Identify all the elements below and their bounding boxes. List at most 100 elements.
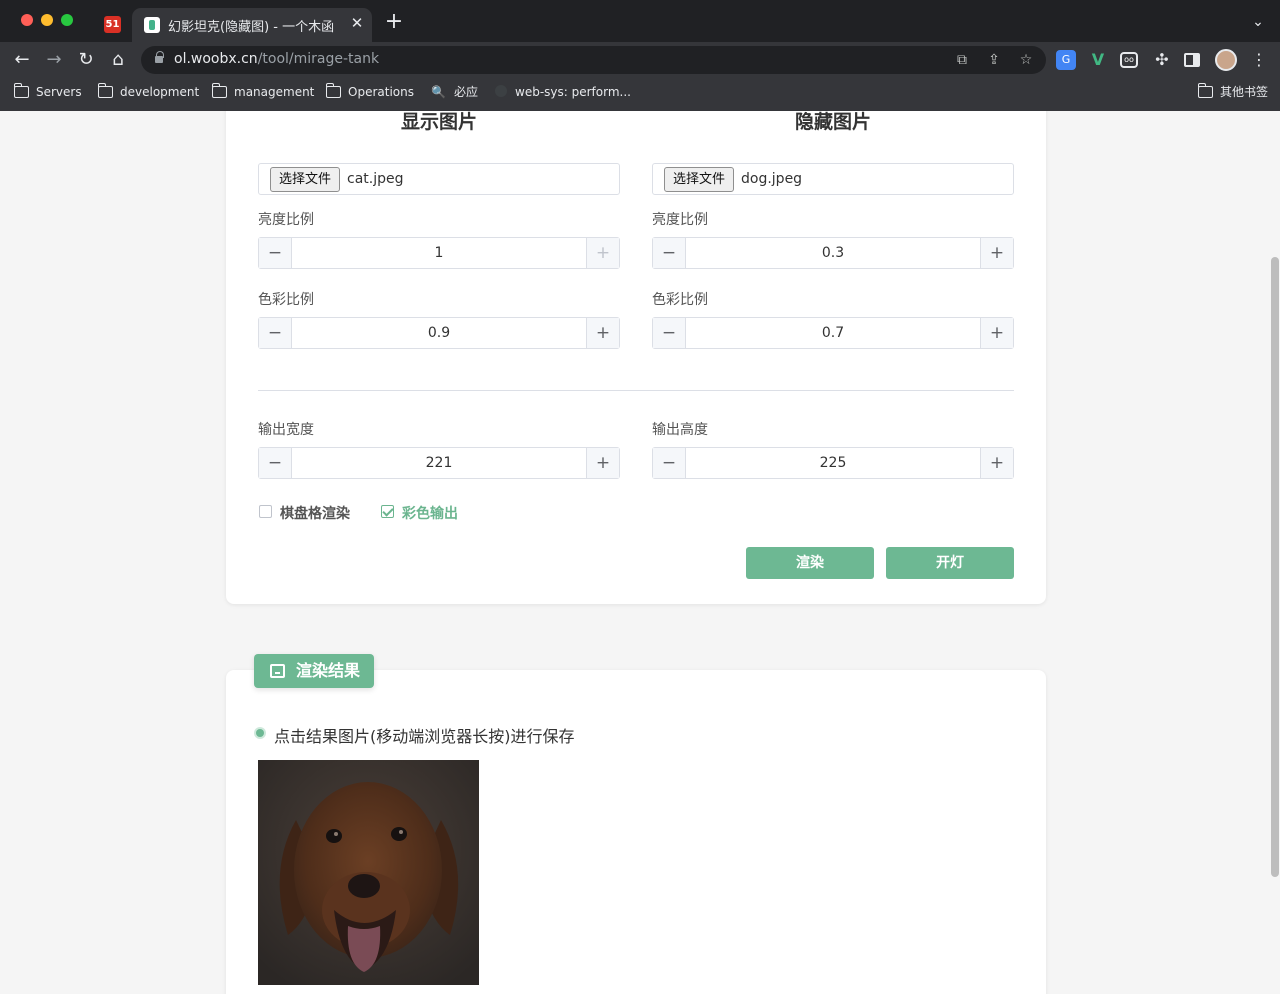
bookmark-bing[interactable]: 🔍 必应 [431, 83, 478, 101]
plus-icon[interactable]: + [586, 238, 619, 268]
minus-icon[interactable]: − [259, 448, 292, 478]
reload-icon[interactable]: ↻ [74, 48, 98, 72]
section-divider [258, 390, 1014, 391]
tab-strip: 51 幻影坦克(隐藏图) - 一个木函 ✕ + ⌄ [0, 0, 1280, 42]
hidden-brightness-stepper[interactable]: − 0.3 + [652, 237, 1014, 269]
bookmarks-bar: Servers development management Operation… [0, 78, 1280, 106]
output-height-value[interactable]: 225 [687, 448, 979, 478]
address-bar[interactable]: ol.woobx.cn/tool/mirage-tank ⧉ ⇪ ☆ [141, 46, 1046, 74]
dog-image-icon [258, 760, 479, 985]
display-brightness-label: 亮度比例 [258, 212, 314, 228]
display-image-title: 显示图片 [400, 111, 477, 133]
output-width-stepper[interactable]: − 221 + [258, 447, 620, 479]
output-width-label: 输出宽度 [258, 422, 314, 438]
browser-toolbar: ← → ↻ ⌂ ol.woobx.cn/tool/mirage-tank ⧉ ⇪… [0, 42, 1280, 78]
folder-icon [13, 83, 29, 98]
extensions-puzzle-icon[interactable]: ✣ [1152, 50, 1172, 70]
checkerboard-label[interactable]: 棋盘格渲染 [280, 503, 350, 523]
display-color-value[interactable]: 0.9 [293, 318, 585, 348]
plus-icon[interactable]: + [980, 448, 1013, 478]
browser-chrome: 51 幻影坦克(隐藏图) - 一个木函 ✕ + ⌄ ← → ↻ ⌂ ol.woo… [0, 0, 1280, 111]
pinned-tab[interactable]: 51 [104, 16, 121, 33]
hidden-brightness-value[interactable]: 0.3 [687, 238, 979, 268]
vue-devtools-icon[interactable]: V [1088, 50, 1108, 70]
settings-card: 显示图片 隐藏图片 选择文件 cat.jpeg 选择文件 dog.jpeg 亮度… [226, 111, 1046, 604]
bullet-dot [256, 729, 264, 737]
folder-icon [1197, 83, 1213, 98]
lock-icon[interactable] [155, 51, 164, 65]
hidden-file-name: dog.jpeg [741, 171, 803, 187]
save-hint: 点击结果图片(移动端浏览器长按)进行保存 [274, 727, 575, 746]
home-icon[interactable]: ⌂ [106, 48, 130, 72]
open-in-app-icon[interactable]: ⧉ [953, 51, 971, 69]
render-button[interactable]: 渲染 [746, 547, 874, 579]
display-file-input[interactable]: 选择文件 cat.jpeg [258, 163, 620, 195]
minus-icon[interactable]: − [259, 318, 292, 348]
folder-icon [97, 83, 113, 98]
minus-icon[interactable]: − [653, 448, 686, 478]
url-text[interactable]: ol.woobx.cn/tool/mirage-tank [174, 51, 379, 67]
back-arrow-icon[interactable]: ← [10, 48, 34, 72]
minus-icon[interactable]: − [653, 318, 686, 348]
bookmark-operations[interactable]: Operations [325, 83, 414, 101]
result-image[interactable] [258, 760, 479, 985]
tab-favicon-icon [144, 17, 160, 33]
tab-close-icon[interactable]: ✕ [348, 14, 366, 32]
close-window-button[interactable] [21, 14, 33, 26]
plus-icon[interactable]: + [980, 238, 1013, 268]
image-icon [270, 664, 285, 678]
forward-arrow-icon[interactable]: → [42, 48, 66, 72]
display-brightness-value[interactable]: 1 [293, 238, 585, 268]
hidden-color-value[interactable]: 0.7 [687, 318, 979, 348]
hidden-image-title: 隐藏图片 [794, 111, 871, 133]
choose-hidden-file-button[interactable]: 选择文件 [664, 167, 735, 192]
folder-icon [325, 83, 341, 98]
render-result-tag: 渲染结果 [254, 654, 374, 688]
display-brightness-stepper[interactable]: − 1 + [258, 237, 620, 269]
output-width-value[interactable]: 221 [293, 448, 585, 478]
result-card: 点击结果图片(移动端浏览器长按)进行保存 [226, 670, 1046, 994]
search-icon: 🔍 [431, 85, 446, 99]
profile-avatar[interactable] [1215, 49, 1237, 71]
active-tab[interactable]: 幻影坦克(隐藏图) - 一个木函 ✕ [132, 8, 372, 42]
maximize-window-button[interactable] [61, 14, 73, 26]
vertical-scrollbar[interactable] [1271, 257, 1279, 877]
display-file-name: cat.jpeg [347, 171, 404, 187]
bookmark-management[interactable]: management [211, 83, 314, 101]
tab-search-chevron-icon[interactable]: ⌄ [1248, 12, 1268, 32]
hidden-brightness-label: 亮度比例 [652, 212, 708, 228]
plus-icon[interactable]: + [586, 448, 619, 478]
display-color-label: 色彩比例 [258, 292, 314, 308]
color-output-label[interactable]: 彩色输出 [402, 503, 458, 523]
output-height-stepper[interactable]: − 225 + [652, 447, 1014, 479]
bookmark-star-icon[interactable]: ☆ [1017, 51, 1035, 69]
more-menu-icon[interactable]: ⋮ [1249, 50, 1269, 70]
minimize-window-button[interactable] [41, 14, 53, 26]
side-panel-icon[interactable] [1184, 53, 1200, 67]
plus-icon[interactable]: + [586, 318, 619, 348]
translate-extension-icon[interactable]: G [1056, 50, 1076, 70]
minus-icon[interactable]: − [653, 238, 686, 268]
minus-icon[interactable]: − [259, 238, 292, 268]
bookmark-other-folder[interactable]: 其他书签 [1197, 83, 1268, 101]
light-on-button[interactable]: 开灯 [886, 547, 1014, 579]
bookmark-servers[interactable]: Servers [13, 83, 82, 101]
hidden-file-input[interactable]: 选择文件 dog.jpeg [652, 163, 1014, 195]
bookmark-development[interactable]: development [97, 83, 199, 101]
new-tab-button[interactable]: + [384, 11, 404, 33]
render-result-label: 渲染结果 [296, 661, 361, 680]
output-height-label: 输出高度 [652, 422, 708, 438]
plus-icon[interactable]: + [980, 318, 1013, 348]
hidden-color-label: 色彩比例 [652, 292, 708, 308]
share-icon[interactable]: ⇪ [985, 51, 1003, 69]
bookmark-web-sys[interactable]: web-sys: perform... [495, 83, 631, 101]
choose-display-file-button[interactable]: 选择文件 [270, 167, 341, 192]
mask-extension-icon[interactable]: oo [1120, 52, 1138, 68]
page-viewport: 显示图片 隐藏图片 选择文件 cat.jpeg 选择文件 dog.jpeg 亮度… [0, 111, 1280, 994]
tab-title: 幻影坦克(隐藏图) - 一个木函 [168, 20, 335, 35]
folder-icon [211, 83, 227, 98]
hidden-color-stepper[interactable]: − 0.7 + [652, 317, 1014, 349]
checkerboard-checkbox[interactable] [259, 505, 272, 518]
display-color-stepper[interactable]: − 0.9 + [258, 317, 620, 349]
color-output-checkbox[interactable] [381, 505, 394, 518]
